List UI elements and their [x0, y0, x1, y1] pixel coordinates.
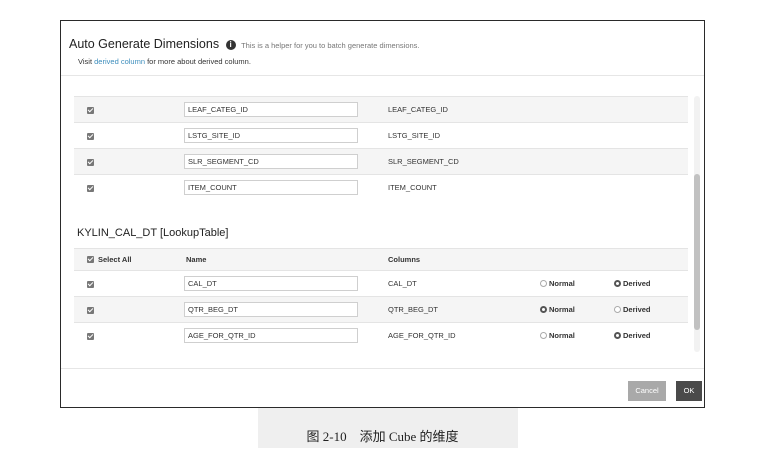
normal-label: Normal [549, 331, 575, 340]
derived-label: Derived [623, 305, 651, 314]
row-checkbox[interactable] [87, 333, 94, 340]
dialog-footer: Cancel OK [61, 368, 704, 407]
scrollbar-thumb[interactable] [694, 174, 700, 330]
select-all-checkbox[interactable] [87, 256, 94, 263]
columns-header: Columns [388, 255, 421, 264]
table-row: ITEM_COUNT [74, 174, 688, 200]
dialog-title-line: Auto Generate Dimensions i This is a hel… [69, 37, 420, 51]
column-name: CAL_DT [388, 279, 417, 288]
row-checkbox[interactable] [87, 107, 94, 114]
dialog-title: Auto Generate Dimensions [69, 37, 220, 51]
radio-circle-icon [540, 332, 547, 339]
radio-circle-icon [540, 280, 547, 287]
select-all-label[interactable]: Select All [98, 255, 132, 264]
subtitle-suffix: for more about derived column. [147, 57, 251, 66]
column-name: SLR_SEGMENT_CD [388, 157, 459, 166]
auto-generate-dimensions-dialog: Auto Generate Dimensions i This is a hel… [60, 20, 705, 408]
dialog-header: Auto Generate Dimensions i This is a hel… [61, 21, 704, 76]
table-row: SLR_SEGMENT_CD [74, 148, 688, 174]
name-header: Name [186, 255, 207, 264]
column-name: LSTG_SITE_ID [388, 131, 441, 140]
radio-circle-icon [614, 306, 621, 313]
dimension-name-input[interactable] [184, 276, 358, 291]
normal-label: Normal [549, 305, 575, 314]
dialog-subtitle: Visit derived column for more about deri… [78, 57, 251, 66]
row-checkbox[interactable] [87, 133, 94, 140]
dimension-name-input[interactable] [184, 154, 358, 169]
radio-selected-icon [614, 332, 621, 339]
derived-radio[interactable]: Derived [614, 279, 651, 288]
table-row: AGE_FOR_QTR_ID Normal Derived [74, 322, 688, 348]
column-name: AGE_FOR_QTR_ID [388, 331, 456, 340]
cancel-button[interactable]: Cancel [628, 381, 666, 401]
table-row: CAL_DT Normal Derived [74, 270, 688, 296]
row-checkbox[interactable] [87, 185, 94, 192]
derived-label: Derived [623, 331, 651, 340]
dimension-name-input[interactable] [184, 128, 358, 143]
row-checkbox[interactable] [87, 159, 94, 166]
derived-label: Derived [623, 279, 651, 288]
column-name: QTR_BEG_DT [388, 305, 439, 314]
dimension-name-input[interactable] [184, 180, 358, 195]
derived-column-link[interactable]: derived column [94, 57, 145, 66]
table-row: LEAF_CATEG_ID [74, 96, 688, 122]
radio-selected-icon [540, 306, 547, 313]
radio-selected-icon [614, 280, 621, 287]
dimension-name-input[interactable] [184, 302, 358, 317]
subtitle-prefix: Visit [78, 57, 93, 66]
column-name: LEAF_CATEG_ID [388, 105, 448, 114]
ok-button[interactable]: OK [676, 381, 702, 401]
normal-radio[interactable]: Normal [540, 305, 575, 314]
dimension-name-input[interactable] [184, 328, 358, 343]
lookup-table-title: KYLIN_CAL_DT [LookupTable] [77, 227, 229, 239]
derived-radio[interactable]: Derived [614, 331, 651, 340]
normal-radio[interactable]: Normal [540, 331, 575, 340]
helper-text: This is a helper for you to batch genera… [241, 41, 420, 50]
derived-radio[interactable]: Derived [614, 305, 651, 314]
normal-label: Normal [549, 279, 575, 288]
table-header: Select All Name Columns [74, 248, 688, 270]
normal-radio[interactable]: Normal [540, 279, 575, 288]
dimension-name-input[interactable] [184, 102, 358, 117]
dimensions-scroll-area: LEAF_CATEG_ID LSTG_SITE_ID SLR_SEGMENT_C… [74, 94, 700, 364]
table-row: LSTG_SITE_ID [74, 122, 688, 148]
figure-caption: 图 2-10 添加 Cube 的维度 [306, 429, 459, 444]
row-checkbox[interactable] [87, 281, 94, 288]
info-icon[interactable]: i [225, 40, 236, 50]
column-name: ITEM_COUNT [388, 183, 437, 192]
row-checkbox[interactable] [87, 307, 94, 314]
table-row: QTR_BEG_DT Normal Derived [74, 296, 688, 322]
